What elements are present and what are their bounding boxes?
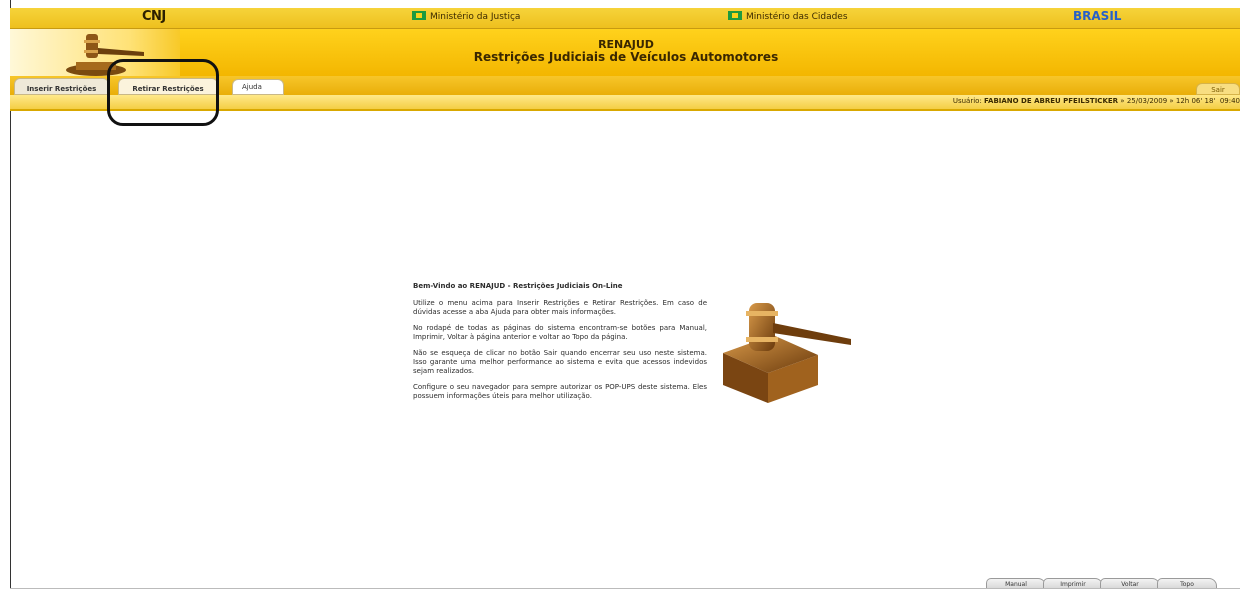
app-frame: CNJ Ministério da Justiça Ministério das…	[0, 0, 1240, 589]
user-info: Usuário: FABIANO DE ABREU PFEILSTICKER »…	[953, 97, 1240, 105]
tab-inserir-restricoes[interactable]: Inserir Restrições	[14, 78, 109, 95]
user-datetime: 25/03/2009 » 12h 06' 18'	[1126, 97, 1216, 105]
welcome-paragraph-3: Não se esqueça de clicar no botão Sair q…	[413, 349, 707, 375]
gavel-icon	[723, 303, 851, 403]
user-prefix: Usuário:	[952, 97, 982, 105]
ministerio-justica-logo[interactable]: Ministério da Justiça	[412, 11, 520, 22]
welcome-panel: Bem-Vindo ao RENAJUD - Restrições Judici…	[413, 282, 707, 408]
ministerio-cidades-logo[interactable]: Ministério das Cidades	[728, 11, 848, 22]
tab-ajuda[interactable]: Ajuda	[232, 79, 284, 95]
highlight-circle	[107, 59, 219, 126]
welcome-paragraph-1: Utilize o menu acima para Inserir Restri…	[413, 299, 707, 316]
session-time: 09:40	[1219, 97, 1240, 105]
welcome-paragraph-2: No rodapé de todas as páginas do sistema…	[413, 324, 707, 341]
ministerio-justica-label: Ministério da Justiça	[430, 12, 521, 22]
cnj-logo[interactable]: CNJ	[142, 9, 166, 24]
sair-button[interactable]: Sair	[1196, 83, 1240, 95]
welcome-paragraph-4: Configure o seu navegador para sempre au…	[413, 383, 707, 400]
flag-icon	[412, 11, 426, 20]
welcome-heading: Bem-Vindo ao RENAJUD - Restrições Judici…	[413, 282, 623, 290]
logo-bar: CNJ Ministério da Justiça Ministério das…	[10, 8, 1240, 29]
flag-icon	[728, 11, 742, 20]
user-name: FABIANO DE ABREU PFEILSTICKER	[984, 97, 1119, 105]
ministerio-cidades-label: Ministério das Cidades	[746, 12, 848, 22]
brasil-logo[interactable]: BRASIL	[1073, 9, 1121, 23]
user-separator: »	[1120, 97, 1125, 105]
